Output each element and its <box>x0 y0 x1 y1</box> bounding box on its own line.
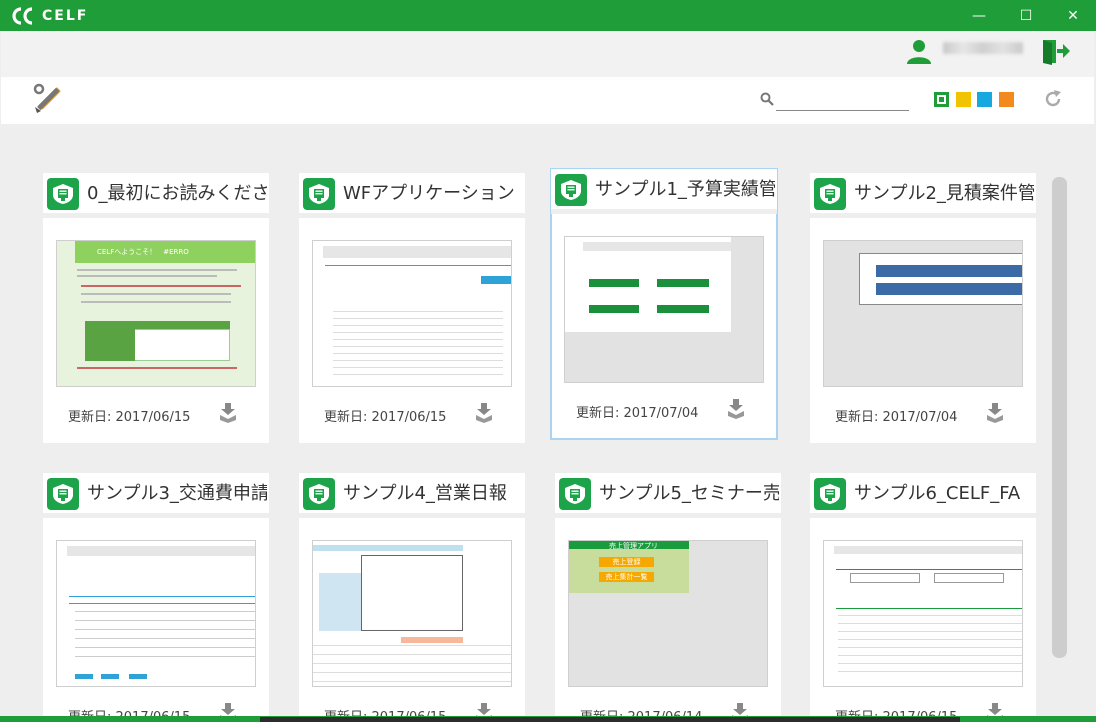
card-divider <box>810 213 1036 218</box>
card-thumbnail[interactable] <box>823 540 1023 687</box>
card-title[interactable]: WFアプリケーション <box>343 181 523 207</box>
card-divider <box>555 513 781 518</box>
app-icon <box>303 178 335 210</box>
card-divider <box>299 213 525 218</box>
logout-icon[interactable] <box>1041 37 1071 65</box>
minimize-button[interactable]: — <box>956 0 1002 31</box>
card-thumbnail[interactable] <box>56 540 256 687</box>
taskbar-strip <box>260 717 960 722</box>
card-divider <box>810 513 1036 518</box>
filter-orange-button[interactable] <box>999 92 1014 107</box>
card-divider <box>43 513 269 518</box>
app-card[interactable]: サンプル3_交通費申請更新日: 2017/06/15 <box>43 473 269 722</box>
card-header: サンプル5_セミナー売上 <box>555 473 781 513</box>
card-title[interactable]: サンプル6_CELF_FA <box>854 481 1034 507</box>
download-icon[interactable] <box>475 403 493 423</box>
card-thumbnail[interactable] <box>823 240 1023 387</box>
minimize-icon: — <box>972 7 986 24</box>
app-card[interactable]: サンプル2_見積案件管更新日: 2017/07/04 <box>810 173 1036 443</box>
card-header: サンプル1_予算実績管 <box>551 169 777 209</box>
card-thumbnail[interactable] <box>312 240 512 387</box>
card-header: 0_最初にお読みくださ <box>43 173 269 213</box>
card-divider <box>299 513 525 518</box>
app-icon <box>47 478 79 510</box>
app-icon <box>555 174 587 206</box>
title-bar: CELF — ☐ ✕ <box>0 0 1096 31</box>
app-card[interactable]: 0_最初にお読みくださ CELFへようこそ！ #ERRO 更新日: 2017/06/… <box>43 173 269 443</box>
download-icon[interactable] <box>219 403 237 423</box>
thumb-s5-btn1: 売上登録 <box>599 557 654 567</box>
card-header: サンプル4_営業日報 <box>299 473 525 513</box>
close-button[interactable]: ✕ <box>1050 0 1096 31</box>
app-icon <box>814 178 846 210</box>
card-thumbnail[interactable]: 売上管理アプリ売上登録売上集計一覧 <box>568 540 768 687</box>
card-header: サンプル6_CELF_FA <box>810 473 1036 513</box>
celf-logo-icon <box>12 7 33 25</box>
card-updated-date: 更新日: 2017/06/15 <box>324 410 447 425</box>
card-updated-date: 更新日: 2017/07/04 <box>576 406 699 421</box>
card-divider <box>43 213 269 218</box>
search-icon <box>760 92 774 106</box>
app-icon <box>559 478 591 510</box>
card-header: WFアプリケーション <box>299 173 525 213</box>
download-icon[interactable] <box>986 403 1004 423</box>
app-icon <box>303 478 335 510</box>
card-title[interactable]: サンプル5_セミナー売上 <box>599 481 779 507</box>
tools-icon[interactable] <box>33 83 65 115</box>
card-title[interactable]: 0_最初にお読みくださ <box>87 181 267 207</box>
card-title[interactable]: サンプル2_見積案件管 <box>854 181 1034 207</box>
vertical-scrollbar[interactable] <box>1052 177 1067 658</box>
card-thumbnail[interactable] <box>312 540 512 687</box>
card-header: サンプル3_交通費申請 <box>43 473 269 513</box>
app-icon <box>814 478 846 510</box>
close-icon: ✕ <box>1067 7 1079 24</box>
search-input[interactable] <box>778 90 908 110</box>
card-title[interactable]: サンプル3_交通費申請 <box>87 481 267 507</box>
thumb-s5-btn2: 売上集計一覧 <box>599 572 654 582</box>
user-name-blurred <box>943 42 1023 54</box>
thumb-welcome-header: CELFへようこそ！ #ERRO <box>97 248 189 256</box>
card-title[interactable]: サンプル1_予算実績管 <box>595 177 775 203</box>
refresh-icon[interactable] <box>1043 89 1063 109</box>
app-card[interactable]: サンプル1_予算実績管更新日: 2017/07/04 <box>550 168 778 440</box>
app-card[interactable]: サンプル5_セミナー売上売上管理アプリ売上登録売上集計一覧更新日: 2017/0… <box>555 473 781 722</box>
person-icon[interactable] <box>906 38 932 64</box>
card-header: サンプル2_見積案件管 <box>810 173 1036 213</box>
card-updated-date: 更新日: 2017/06/15 <box>68 410 191 425</box>
app-icon <box>47 178 79 210</box>
toolbar <box>1 77 1094 124</box>
app-card[interactable]: サンプル6_CELF_FA更新日: 2017/06/15 <box>810 473 1036 722</box>
card-updated-date: 更新日: 2017/07/04 <box>835 410 958 425</box>
filter-yellow-button[interactable] <box>956 92 971 107</box>
download-icon[interactable] <box>727 399 745 419</box>
filter-blue-button[interactable] <box>977 92 992 107</box>
maximize-button[interactable]: ☐ <box>1003 0 1049 31</box>
card-title[interactable]: サンプル4_営業日報 <box>343 481 523 507</box>
card-thumbnail[interactable] <box>564 236 764 383</box>
thumb-s5-header: 売上管理アプリ <box>609 542 658 550</box>
app-card[interactable]: WFアプリケーション更新日: 2017/06/15 <box>299 173 525 443</box>
card-divider <box>551 209 777 214</box>
app-card[interactable]: サンプル4_営業日報更新日: 2017/06/15 <box>299 473 525 722</box>
maximize-icon: ☐ <box>1019 7 1033 24</box>
search-underline <box>776 110 909 111</box>
card-thumbnail[interactable]: CELFへようこそ！ #ERRO <box>56 240 256 387</box>
filter-green-button[interactable] <box>934 92 949 107</box>
app-logo: CELF <box>12 6 88 26</box>
app-name: CELF <box>42 8 89 24</box>
